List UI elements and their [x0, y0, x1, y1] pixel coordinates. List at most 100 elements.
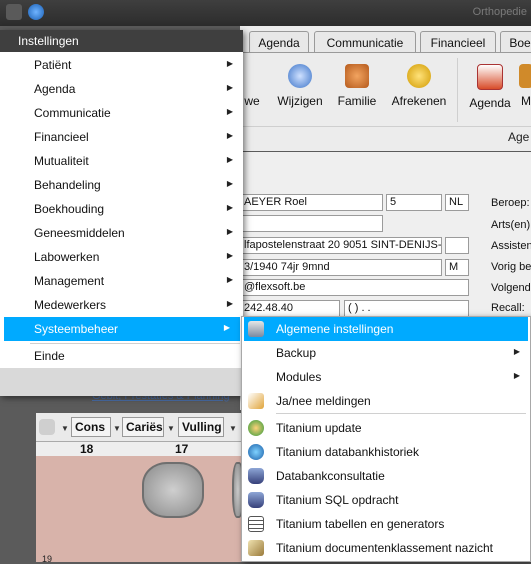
- tooth-number: 19: [42, 554, 53, 564]
- label-beroep: Beroep:: [491, 197, 530, 209]
- patient-name-field[interactable]: AEYER Roel: [240, 194, 383, 211]
- chevron-right-icon: ▶: [223, 323, 230, 332]
- chevron-down-icon[interactable]: ▼: [229, 424, 237, 433]
- database-icon: [248, 492, 264, 508]
- tooth-icon[interactable]: [39, 419, 55, 435]
- menu-item-labowerken[interactable]: Labowerken ▶: [0, 245, 243, 269]
- menu-footer: [0, 368, 243, 396]
- address-extra-field[interactable]: [445, 237, 469, 254]
- tooth-number-bar: [36, 442, 242, 456]
- vulling-button[interactable]: Vulling: [178, 417, 224, 437]
- submenu-item-label: Algemene instellingen: [276, 322, 394, 336]
- app-menu-icon[interactable]: [6, 4, 22, 20]
- window-title: Orthopedie: [472, 6, 527, 18]
- birthdate-field[interactable]: 3/1940 74jr 9mnd: [240, 259, 442, 276]
- submenu-item-label: Titanium tabellen en generators: [276, 517, 445, 531]
- submenu-item-algemene-instellingen[interactable]: Algemene instellingen: [244, 317, 528, 341]
- wijzigen-button[interactable]: Wijzigen: [270, 60, 330, 120]
- submenu-item-ja-nee-meldingen[interactable]: Ja/nee meldingen: [244, 389, 528, 413]
- submenu-item-databankconsultatie[interactable]: Databankconsultatie: [244, 464, 528, 488]
- euro-icon: [407, 64, 431, 88]
- chevron-right-icon: ▶: [226, 203, 233, 212]
- language-field[interactable]: NL: [445, 194, 469, 211]
- submenu-item-titanium-documentenklassement[interactable]: Titanium documentenklassement nazicht: [244, 536, 528, 560]
- menu-item-label: Einde: [34, 349, 65, 363]
- afrekenen-button[interactable]: Afrekenen: [389, 60, 449, 120]
- submenu-item-label: Titanium databankhistoriek: [276, 445, 419, 459]
- tab-financieel[interactable]: Financieel: [420, 31, 496, 53]
- afrekenen-label: Afrekenen: [391, 94, 447, 108]
- address-field[interactable]: lfapostelenstraat 20 9051 SINT-DENIJS-\: [240, 237, 442, 254]
- more-label: M: [521, 94, 531, 108]
- patient-extra-field[interactable]: [240, 215, 383, 232]
- menu-item-geneesmiddelen[interactable]: Geneesmiddelen ▶: [0, 221, 243, 245]
- submenu-item-titanium-databankhistoriek[interactable]: Titanium databankhistoriek: [244, 440, 528, 464]
- more-button[interactable]: M: [516, 60, 531, 120]
- chevron-right-icon: ▶: [226, 275, 233, 284]
- menu-item-boekhouding[interactable]: Boekhouding ▶: [0, 197, 243, 221]
- agenda-label: Agenda: [469, 96, 511, 110]
- document-icon: [248, 540, 264, 556]
- chevron-down-icon[interactable]: ▼: [167, 424, 175, 433]
- menu-item-label: Mutualiteit: [34, 154, 89, 168]
- database-icon: [248, 468, 264, 484]
- tooth-number: 17: [175, 442, 189, 456]
- familie-label: Familie: [337, 94, 377, 108]
- submenu-item-titanium-tabellen[interactable]: Titanium tabellen en generators: [244, 512, 528, 536]
- menu-item-label: Financieel: [34, 130, 89, 144]
- menu-item-patient[interactable]: Patiënt ▶: [0, 53, 243, 77]
- menu-item-label: Medewerkers: [34, 298, 107, 312]
- menu-header[interactable]: Instellingen: [0, 30, 243, 52]
- refresh-icon[interactable]: [28, 4, 44, 20]
- cons-button[interactable]: Cons: [71, 417, 111, 437]
- submenu-item-label: Titanium documentenklassement nazicht: [276, 541, 493, 555]
- email-field[interactable]: @flexsoft.be: [240, 279, 469, 296]
- submenu-item-modules[interactable]: Modules ▶: [244, 365, 528, 389]
- chevron-right-icon: ▶: [226, 131, 233, 140]
- more-icon: [519, 64, 531, 88]
- label-assistent: Assisten: [491, 240, 531, 252]
- submenu-item-label: Modules: [276, 370, 322, 384]
- menu-item-behandeling[interactable]: Behandeling ▶: [0, 173, 243, 197]
- family-icon: [345, 64, 369, 88]
- menu-item-einde[interactable]: Einde: [0, 344, 243, 368]
- label-volgend: Volgend: [491, 282, 531, 294]
- chevron-down-icon[interactable]: ▼: [113, 424, 121, 433]
- menu-item-management[interactable]: Management ▶: [0, 269, 243, 293]
- caries-button[interactable]: Cariës: [122, 417, 164, 437]
- menu-item-systeembeheer[interactable]: Systeembeheer ▶: [4, 317, 240, 341]
- menu-item-mutualiteit[interactable]: Mutualiteit ▶: [0, 149, 243, 173]
- agenda-button[interactable]: Agenda: [460, 60, 520, 120]
- tooth-image[interactable]: [142, 462, 204, 518]
- title-bar: Orthopedie: [0, 0, 531, 26]
- label-recall: Recall:: [491, 302, 525, 314]
- phone-field[interactable]: 242.48.40: [240, 300, 340, 317]
- submenu-item-label: Titanium SQL opdracht: [276, 493, 399, 507]
- menu-item-medewerkers[interactable]: Medewerkers ▶: [0, 293, 243, 317]
- update-icon: [248, 420, 264, 436]
- tab-agenda[interactable]: Agenda: [249, 31, 309, 53]
- menu-item-label: Systeembeheer: [34, 322, 119, 336]
- familie-button[interactable]: Familie: [327, 60, 387, 120]
- submenu-separator: [276, 413, 526, 414]
- submenu-item-backup[interactable]: Backup ▶: [244, 341, 528, 365]
- phone2-field[interactable]: ( ) . .: [344, 300, 469, 317]
- label-vorig: Vorig be: [491, 261, 531, 273]
- edit-pencil-icon: [248, 393, 264, 409]
- menu-item-label: Behandeling: [34, 178, 101, 192]
- chevron-down-icon[interactable]: ▼: [61, 424, 69, 433]
- menu-item-label: Management: [34, 274, 105, 288]
- patient-number-field[interactable]: 5: [386, 194, 442, 211]
- submenu-item-titanium-sql-opdracht[interactable]: Titanium SQL opdracht: [244, 488, 528, 512]
- settings-wrench-icon: [248, 321, 264, 337]
- tab-communicatie[interactable]: Communicatie: [314, 31, 416, 53]
- sex-field[interactable]: M: [445, 259, 469, 276]
- menu-item-agenda[interactable]: Agenda ▶: [0, 77, 243, 101]
- info-icon: [288, 64, 312, 88]
- menu-item-financieel[interactable]: Financieel ▶: [0, 125, 243, 149]
- tab-boekhouding[interactable]: Boe: [500, 31, 531, 53]
- ribbon-separator: [240, 126, 531, 127]
- submenu-item-titanium-update[interactable]: Titanium update: [244, 416, 528, 440]
- menu-item-communicatie[interactable]: Communicatie ▶: [0, 101, 243, 125]
- wijzigen-label: Wijzigen: [277, 94, 323, 108]
